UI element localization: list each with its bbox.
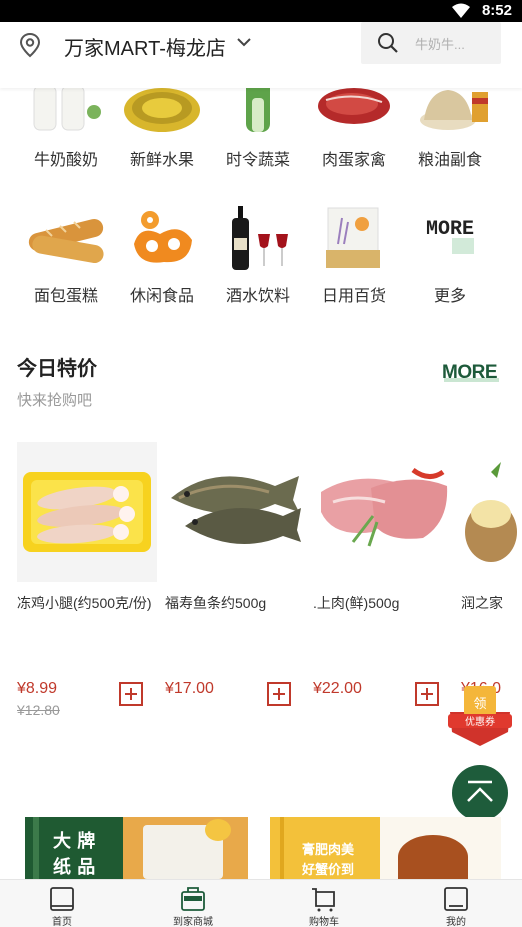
category-label: 日用百货 bbox=[321, 288, 386, 305]
tab-label: 首页 bbox=[52, 917, 72, 927]
status-time: 8:52 bbox=[481, 2, 512, 19]
category-label: 面包蛋糕 bbox=[33, 288, 98, 305]
coupon-badge[interactable]: 领 优惠券 bbox=[446, 682, 514, 748]
category-label: 时令蔬菜 bbox=[225, 152, 290, 169]
tab-label: 购物车 bbox=[309, 917, 339, 927]
product-old-price: ¥12.80 bbox=[17, 702, 60, 718]
bottom-tab-bar: 首页 到家商城 购物车 我的 bbox=[0, 879, 522, 927]
section-title: 今日特价 bbox=[17, 358, 97, 380]
store-name[interactable]: 万家MART-梅龙店 bbox=[64, 32, 226, 61]
category-snack[interactable]: 休闲食品 bbox=[114, 204, 210, 306]
wine-icon bbox=[216, 204, 300, 272]
search-box[interactable]: 牛奶牛... bbox=[361, 22, 501, 64]
wifi-icon bbox=[452, 3, 470, 18]
tab-mall[interactable]: 到家商城 bbox=[143, 880, 243, 927]
product-price: ¥8.99 bbox=[17, 680, 58, 697]
add-to-cart-button[interactable] bbox=[119, 682, 143, 706]
product-name: .上肉(鲜)500g bbox=[313, 595, 400, 611]
promo-banner[interactable]: 大 牌 纸 品 bbox=[25, 817, 248, 879]
product-price: ¥22.00 bbox=[313, 680, 362, 697]
status-bar: 8:52 bbox=[0, 0, 522, 22]
product-name: 冻鸡小腿(约500克/份) bbox=[17, 595, 152, 611]
back-to-top-button[interactable] bbox=[452, 765, 508, 821]
product-carousel[interactable]: 冻鸡小腿(约500克/份) ¥8.99 ¥12.80 福寿鱼条约500g ¥17… bbox=[0, 442, 522, 732]
product-image bbox=[17, 442, 157, 582]
add-to-cart-button[interactable] bbox=[267, 682, 291, 706]
banner-line2: 好蟹价到 bbox=[302, 863, 355, 878]
soap-icon bbox=[312, 204, 396, 272]
product-card[interactable]: 润之家 ¥16.0 bbox=[461, 442, 522, 697]
tab-cart[interactable]: 购物车 bbox=[274, 880, 374, 927]
product-card[interactable]: 冻鸡小腿(约500克/份) ¥8.99 ¥12.80 bbox=[17, 442, 157, 718]
product-image bbox=[165, 442, 305, 582]
product-card[interactable]: 福寿鱼条约500g ¥17.00 bbox=[165, 442, 305, 706]
coupon-bottom-label: 优惠券 bbox=[465, 715, 495, 728]
category-label: 酒水饮料 bbox=[225, 288, 290, 305]
banner-line1: 大 牌 bbox=[53, 831, 96, 852]
profile-icon bbox=[444, 887, 468, 911]
header: 万家MART-梅龙店 牛奶牛... bbox=[0, 22, 522, 88]
product-name: 福寿鱼条约500g bbox=[165, 595, 267, 611]
arrow-up-icon bbox=[467, 780, 493, 802]
product-name: 润之家 bbox=[461, 595, 503, 611]
category-label: 更多 bbox=[433, 288, 466, 305]
category-drinks[interactable]: 酒水饮料 bbox=[210, 204, 306, 306]
category-label: 新鲜水果 bbox=[129, 152, 194, 169]
tab-profile[interactable]: 我的 bbox=[406, 880, 506, 927]
location-icon[interactable] bbox=[18, 32, 42, 58]
snack-icon bbox=[120, 204, 204, 272]
more-logo-text: MORE bbox=[426, 218, 474, 241]
category-label: 休闲食品 bbox=[129, 288, 194, 305]
home-icon bbox=[50, 887, 74, 911]
section-subtitle: 快来抢购吧 bbox=[17, 392, 93, 409]
add-to-cart-button[interactable] bbox=[415, 682, 439, 706]
coupon-top-label: 领 bbox=[473, 697, 486, 712]
search-placeholder: 牛奶牛... bbox=[415, 37, 465, 52]
promo-banner[interactable]: 膏肥肉美 好蟹价到 bbox=[270, 817, 501, 879]
banner-line1: 膏肥肉美 bbox=[302, 843, 355, 858]
category-label: 粮油副食 bbox=[417, 152, 482, 169]
tab-home[interactable]: 首页 bbox=[12, 880, 112, 927]
more-icon: MORE bbox=[408, 204, 492, 272]
tab-label: 我的 bbox=[446, 917, 466, 927]
category-daily[interactable]: 日用百货 bbox=[306, 204, 402, 306]
product-image bbox=[313, 442, 453, 582]
product-card[interactable]: .上肉(鲜)500g ¥22.00 bbox=[313, 442, 453, 706]
tab-label: 到家商城 bbox=[173, 917, 213, 927]
search-icon bbox=[378, 33, 398, 53]
product-image bbox=[461, 442, 522, 582]
chevron-down-icon[interactable] bbox=[236, 34, 252, 50]
category-more[interactable]: MORE 更多 bbox=[402, 204, 498, 306]
mall-icon bbox=[181, 887, 205, 911]
more-link[interactable]: MORE bbox=[442, 362, 499, 384]
cart-icon bbox=[312, 888, 335, 912]
banner-line2: 纸 品 bbox=[53, 857, 96, 878]
category-label: 肉蛋家禽 bbox=[321, 152, 386, 169]
bread-icon bbox=[24, 204, 108, 272]
product-price: ¥17.00 bbox=[165, 680, 214, 697]
category-label: 牛奶酸奶 bbox=[33, 152, 98, 169]
category-bread[interactable]: 面包蛋糕 bbox=[18, 204, 114, 306]
